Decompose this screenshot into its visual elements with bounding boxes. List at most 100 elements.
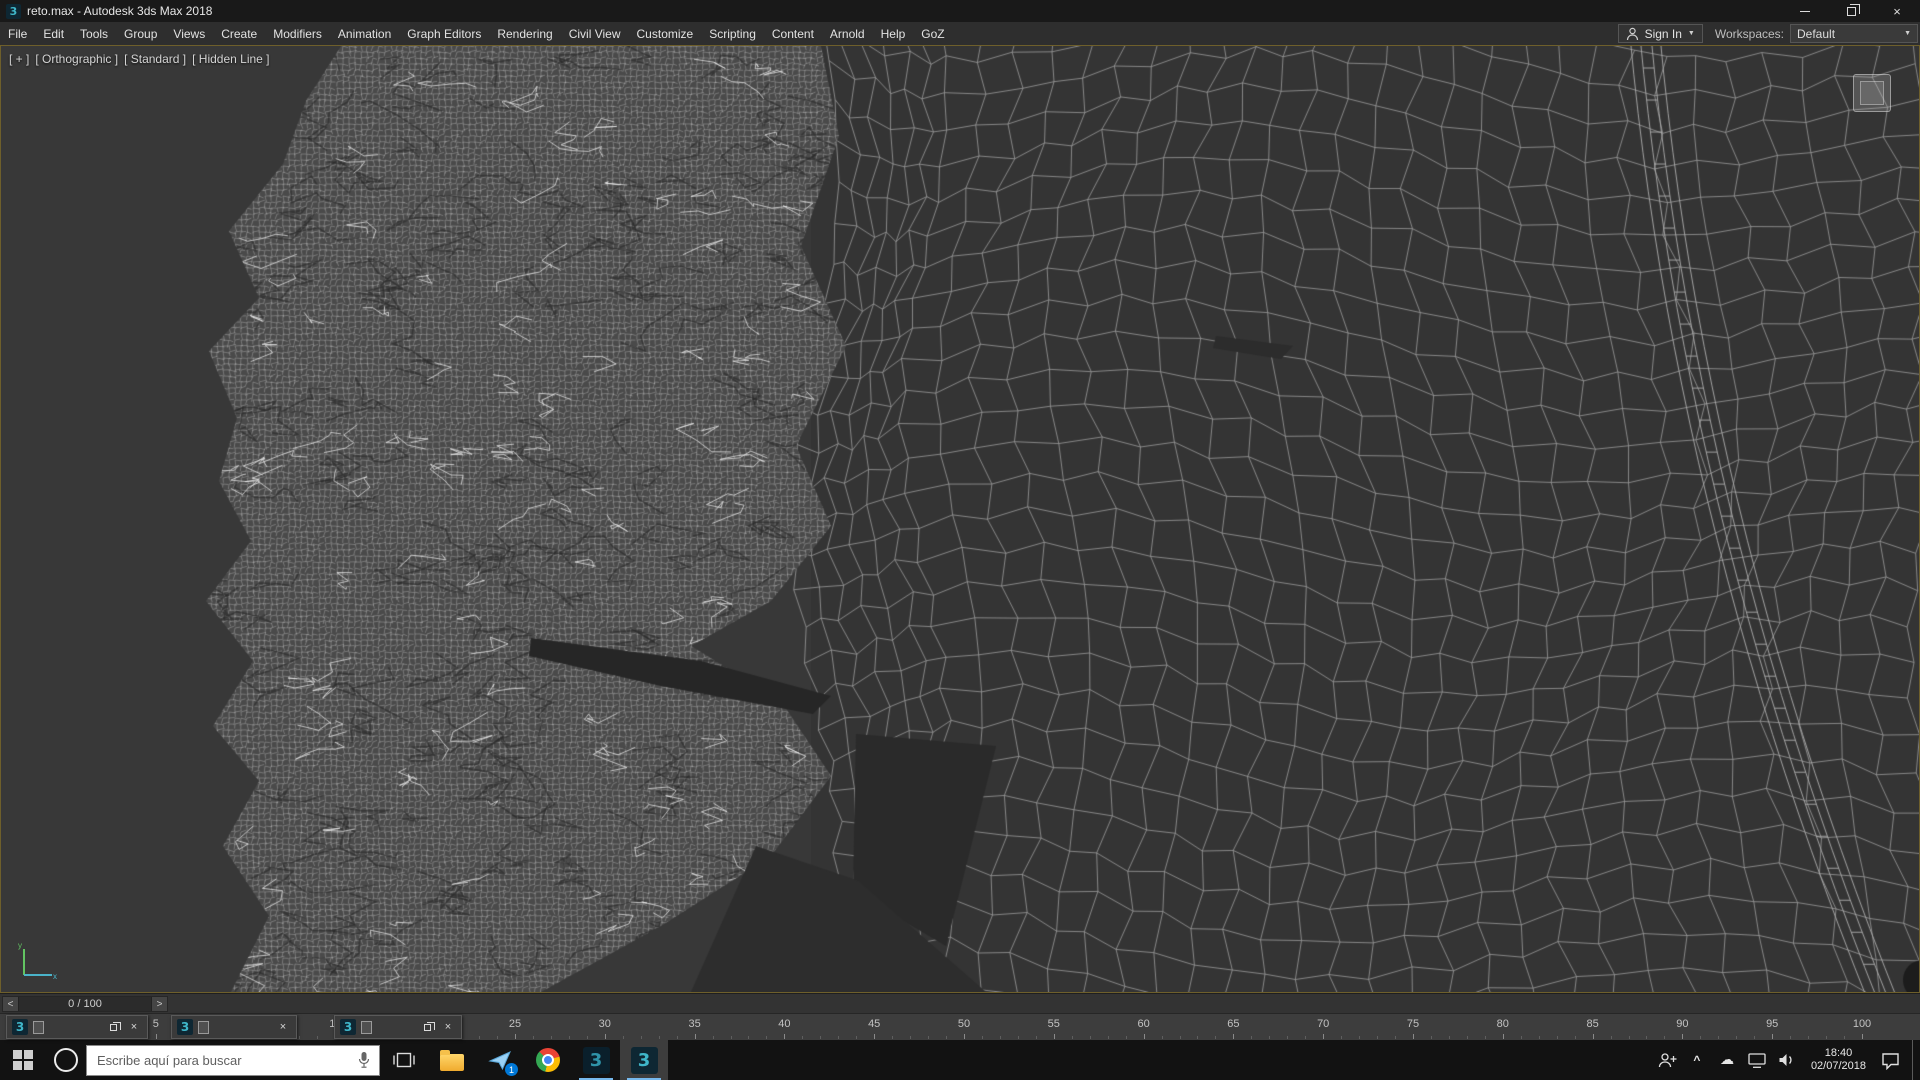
menu-arnold[interactable]: Arnold [822, 27, 873, 41]
people-icon[interactable] [1655, 1040, 1679, 1080]
messaging-app-button[interactable]: 1 [476, 1040, 524, 1080]
restore-button[interactable] [105, 1019, 121, 1035]
close-button[interactable]: × [275, 1019, 291, 1035]
close-icon: × [131, 1021, 137, 1033]
menu-modifiers[interactable]: Modifiers [265, 27, 330, 41]
restore-button[interactable] [1828, 0, 1874, 22]
minimized-window-3[interactable]: 3 × [334, 1015, 462, 1039]
task-view-icon [393, 1049, 415, 1071]
hidden-icons-chevron[interactable]: ^ [1685, 1040, 1709, 1080]
frame-indicator: 0 / 100 [18, 997, 152, 1011]
next-frame-button[interactable]: > [152, 997, 167, 1011]
onedrive-cloud-icon[interactable]: ☁ [1715, 1040, 1739, 1080]
close-button[interactable]: × [440, 1019, 456, 1035]
restore-icon [110, 1024, 117, 1031]
trackbar-tick [1593, 1034, 1594, 1039]
network-icon[interactable] [1745, 1040, 1769, 1080]
task-view-button[interactable] [380, 1040, 428, 1080]
viewport-pov-label[interactable]: [ Standard ] [124, 52, 186, 66]
minimized-window-1[interactable]: 3 × [6, 1015, 148, 1039]
trackbar-tick [659, 1036, 660, 1039]
trackbar-tick [1305, 1036, 1306, 1039]
trackbar-tick [1018, 1036, 1019, 1039]
menu-goz[interactable]: GoZ [913, 27, 952, 41]
trackbar-tick [1162, 1036, 1163, 1039]
menu-help[interactable]: Help [873, 27, 914, 41]
sign-in-button[interactable]: Sign In ▼ [1618, 24, 1703, 43]
menu-views[interactable]: Views [165, 27, 213, 41]
logo-glyph: 3 [344, 1020, 352, 1034]
trackbar-tick [479, 1036, 480, 1039]
workspaces-dropdown[interactable]: Default ▼ [1790, 24, 1918, 43]
trackbar-tick [766, 1036, 767, 1039]
world-axis-gizmo: y x [11, 940, 59, 982]
minimized-window-2[interactable]: 3 × [171, 1015, 297, 1039]
viewport-label: [ + ] [ Orthographic ] [ Standard ] [ Hi… [9, 52, 270, 66]
3dsmax-icon: 3 [631, 1047, 658, 1074]
menu-animation[interactable]: Animation [330, 27, 399, 41]
trackbar-tick [1323, 1034, 1324, 1039]
action-center-icon[interactable] [1878, 1040, 1902, 1080]
menu-civil-view[interactable]: Civil View [561, 27, 629, 41]
trackbar-number: 85 [1586, 1018, 1598, 1030]
clock-time: 18:40 [1811, 1047, 1866, 1060]
trackbar-tick [1736, 1036, 1737, 1039]
volume-icon[interactable] [1775, 1040, 1799, 1080]
track-bar[interactable]: 0510152025303540455055606570758085909510… [0, 1013, 1920, 1040]
3dsmax-active-button[interactable]: 3 [620, 1040, 668, 1080]
microphone-icon[interactable] [349, 1051, 379, 1069]
cortana-icon[interactable] [54, 1048, 78, 1072]
3dsmax-icon: 3 [583, 1047, 610, 1074]
trackbar-tick [1700, 1036, 1701, 1039]
close-button[interactable]: × [1874, 0, 1920, 22]
logo-glyph: 3 [16, 1020, 24, 1034]
trackbar-tick [1197, 1036, 1198, 1039]
restore-icon [424, 1024, 431, 1031]
start-button[interactable] [0, 1040, 46, 1080]
viewcube[interactable] [1853, 74, 1891, 112]
trackbar-tick [1126, 1036, 1127, 1039]
show-desktop-strip[interactable] [1912, 1040, 1918, 1080]
taskbar-clock[interactable]: 18:40 02/07/2018 [1805, 1047, 1872, 1073]
viewport[interactable]: [ + ] [ Orthographic ] [ Standard ] [ Hi… [0, 45, 1920, 993]
menu-create[interactable]: Create [213, 27, 265, 41]
trackbar-tick [1664, 1036, 1665, 1039]
trackbar-tick [1341, 1036, 1342, 1039]
trackbar-tick [1521, 1036, 1522, 1039]
trackbar-tick [856, 1036, 857, 1039]
viewport-view-label[interactable]: [ Orthographic ] [35, 52, 118, 66]
search-input[interactable] [87, 1053, 349, 1068]
wireframe-mesh-canvas[interactable] [1, 46, 1919, 992]
menu-file[interactable]: File [0, 27, 35, 41]
menu-tools[interactable]: Tools [72, 27, 116, 41]
previous-frame-button[interactable]: < [3, 997, 18, 1011]
trackbar-tick [748, 1036, 749, 1039]
trackbar-number: 75 [1407, 1018, 1419, 1030]
trackbar-tick [1251, 1036, 1252, 1039]
trackbar-number: 40 [778, 1018, 790, 1030]
trackbar-tick [802, 1036, 803, 1039]
chrome-button[interactable] [524, 1040, 572, 1080]
restore-button[interactable] [419, 1019, 435, 1035]
minimize-button[interactable] [1782, 0, 1828, 22]
close-button[interactable]: × [126, 1019, 142, 1035]
3dsmax-secondary-button[interactable]: 3 [572, 1040, 620, 1080]
viewport-shading-label[interactable]: [ Hidden Line ] [192, 52, 269, 66]
trackbar-tick [551, 1036, 552, 1039]
menu-scripting[interactable]: Scripting [701, 27, 764, 41]
time-slider[interactable]: < 0 / 100 > [0, 993, 1920, 1013]
taskbar: 1 3 3 ^ ☁ [0, 1040, 1920, 1080]
viewport-menu-label[interactable]: [ + ] [9, 52, 29, 66]
menu-graph-editors[interactable]: Graph Editors [399, 27, 489, 41]
menu-rendering[interactable]: Rendering [489, 27, 560, 41]
menu-group[interactable]: Group [116, 27, 165, 41]
folder-icon [440, 1054, 464, 1071]
trackbar-tick [982, 1036, 983, 1039]
file-explorer-button[interactable] [428, 1040, 476, 1080]
close-icon: × [445, 1021, 451, 1033]
time-slider-handle[interactable]: < 0 / 100 > [2, 996, 168, 1012]
menu-content[interactable]: Content [764, 27, 822, 41]
menu-edit[interactable]: Edit [35, 27, 72, 41]
menu-customize[interactable]: Customize [629, 27, 702, 41]
trackbar-tick [1790, 1036, 1791, 1039]
